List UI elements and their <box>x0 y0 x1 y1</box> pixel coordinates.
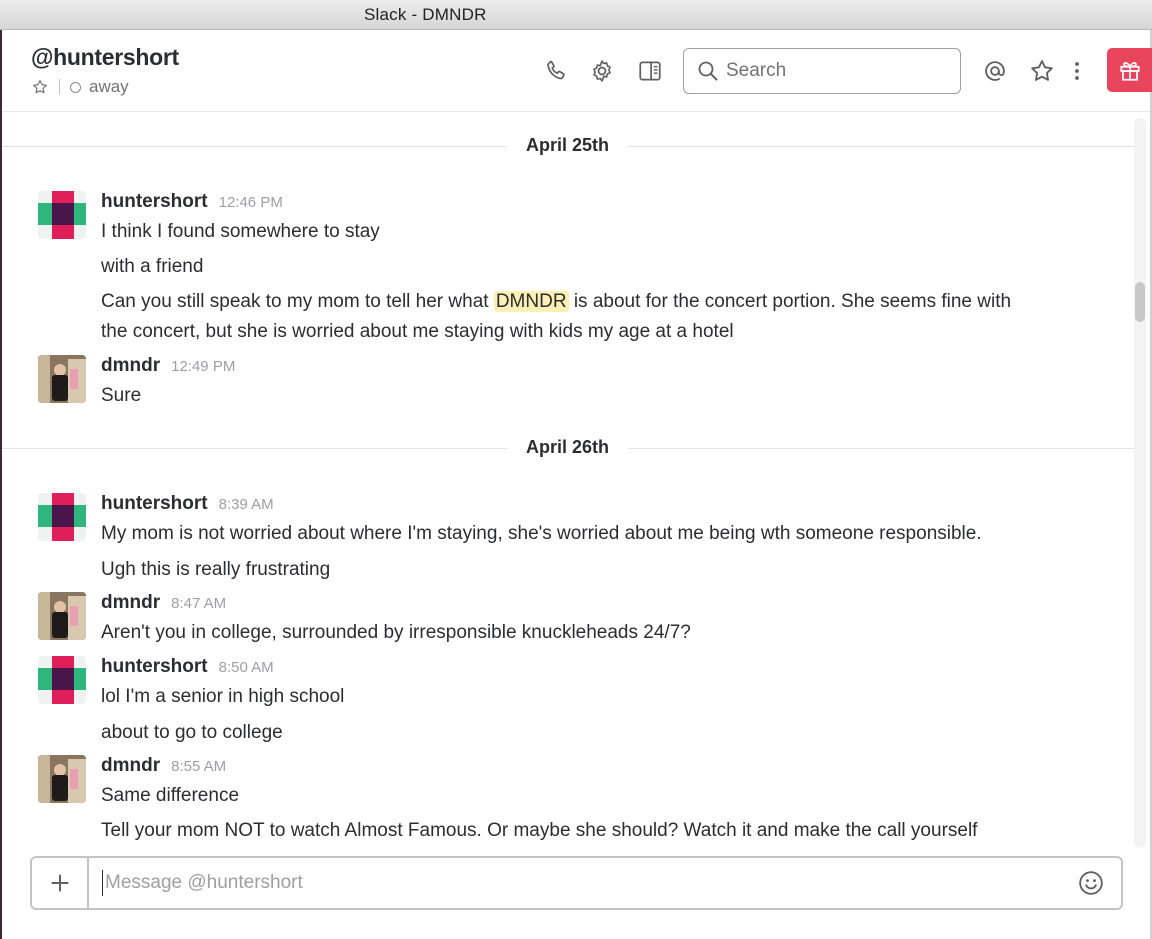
message-text: about to go to college <box>101 722 283 743</box>
message-author[interactable]: huntershort <box>101 191 208 213</box>
channel-meta: away <box>31 77 129 97</box>
day-divider: April 25th <box>2 113 1134 155</box>
search-icon <box>698 61 718 81</box>
message-text: with a friend <box>101 256 204 277</box>
message-timestamp[interactable]: 12:46 PM <box>219 194 283 211</box>
huntershort-avatar[interactable] <box>38 656 86 704</box>
dmndr-avatar[interactable] <box>38 755 86 803</box>
message-text: I think I found somewhere to stay <box>101 221 380 242</box>
message-scrollbar[interactable] <box>1134 118 1146 848</box>
day-divider-label: April 25th <box>525 135 609 155</box>
message-header: dmndr 8:55 AM <box>101 755 226 777</box>
gear-icon[interactable] <box>588 57 616 85</box>
message-timestamp[interactable]: 8:39 AM <box>219 496 274 513</box>
window-titlebar: Slack - DMNDR <box>0 0 1152 30</box>
message-text: the concert, but she is worried about me… <box>101 321 734 342</box>
presence-away-icon <box>70 81 81 93</box>
message-composer <box>30 856 1123 910</box>
window-title: Slack - DMNDR <box>364 5 487 24</box>
message-timestamp[interactable]: 8:47 AM <box>171 595 226 612</box>
meta-divider <box>59 79 60 95</box>
channel-header: @huntershort away <box>2 30 1152 112</box>
huntershort-avatar[interactable] <box>38 191 86 239</box>
highlighted-keyword: DMNDR <box>493 291 569 312</box>
message-header: huntershort 8:39 AM <box>101 493 274 515</box>
plus-icon <box>51 874 68 892</box>
message-text: My mom is not worried about where I'm st… <box>101 523 982 544</box>
message-header: dmndr 12:49 PM <box>101 355 235 377</box>
message-text: Sure <box>101 385 142 406</box>
presence-status: away <box>89 77 129 96</box>
message-author[interactable]: huntershort <box>101 656 208 678</box>
sidebar-toggle-icon[interactable] <box>636 57 664 85</box>
message-text-segment: is about for the concert portion. She se… <box>568 291 1012 312</box>
message-author[interactable]: dmndr <box>101 755 160 777</box>
message-author[interactable]: huntershort <box>101 493 208 515</box>
scrollbar-thumb[interactable] <box>1135 282 1145 322</box>
message-input[interactable] <box>102 870 1062 896</box>
message-timestamp[interactable]: 8:50 AM <box>219 659 274 676</box>
dmndr-avatar[interactable] <box>38 592 86 640</box>
search-box[interactable] <box>683 48 961 94</box>
star-outline-icon[interactable] <box>31 78 49 96</box>
message-header: dmndr 8:47 AM <box>101 592 226 614</box>
message-timestamp[interactable]: 8:55 AM <box>171 758 226 775</box>
attach-button[interactable] <box>32 858 89 908</box>
message-header: huntershort 12:46 PM <box>101 191 283 213</box>
star-icon[interactable] <box>1028 57 1056 85</box>
huntershort-avatar[interactable] <box>38 493 86 541</box>
gift-icon <box>1119 62 1140 81</box>
message-header: huntershort 8:50 AM <box>101 656 274 678</box>
emoji-icon[interactable] <box>1078 870 1104 896</box>
channel-title: @huntershort <box>31 44 179 70</box>
message-timestamp[interactable]: 12:49 PM <box>171 358 235 375</box>
message-pane[interactable]: April 25th huntershort 12:46 PM I think … <box>2 113 1134 848</box>
day-divider: April 26th <box>2 415 1134 457</box>
search-input[interactable] <box>726 60 946 82</box>
more-icon[interactable] <box>1068 57 1086 85</box>
mention-icon[interactable] <box>981 57 1009 85</box>
message-text: Aren't you in college, surrounded by irr… <box>101 622 691 643</box>
gift-button[interactable] <box>1107 48 1152 92</box>
dmndr-avatar[interactable] <box>38 355 86 403</box>
message-author[interactable]: dmndr <box>101 355 160 377</box>
message-text: Tell your mom NOT to watch Almost Famous… <box>101 820 978 841</box>
message-text: Ugh this is really frustrating <box>101 559 331 580</box>
message-text-segment: Can you still speak to my mom to tell he… <box>101 291 494 312</box>
message-text: Can you still speak to my mom to tell he… <box>101 287 1011 317</box>
message-author[interactable]: dmndr <box>101 592 160 614</box>
day-divider-label: April 26th <box>525 437 609 457</box>
phone-icon[interactable] <box>542 57 570 85</box>
message-text: Same difference <box>101 785 240 806</box>
message-text: lol I'm a senior in high school <box>101 686 345 707</box>
